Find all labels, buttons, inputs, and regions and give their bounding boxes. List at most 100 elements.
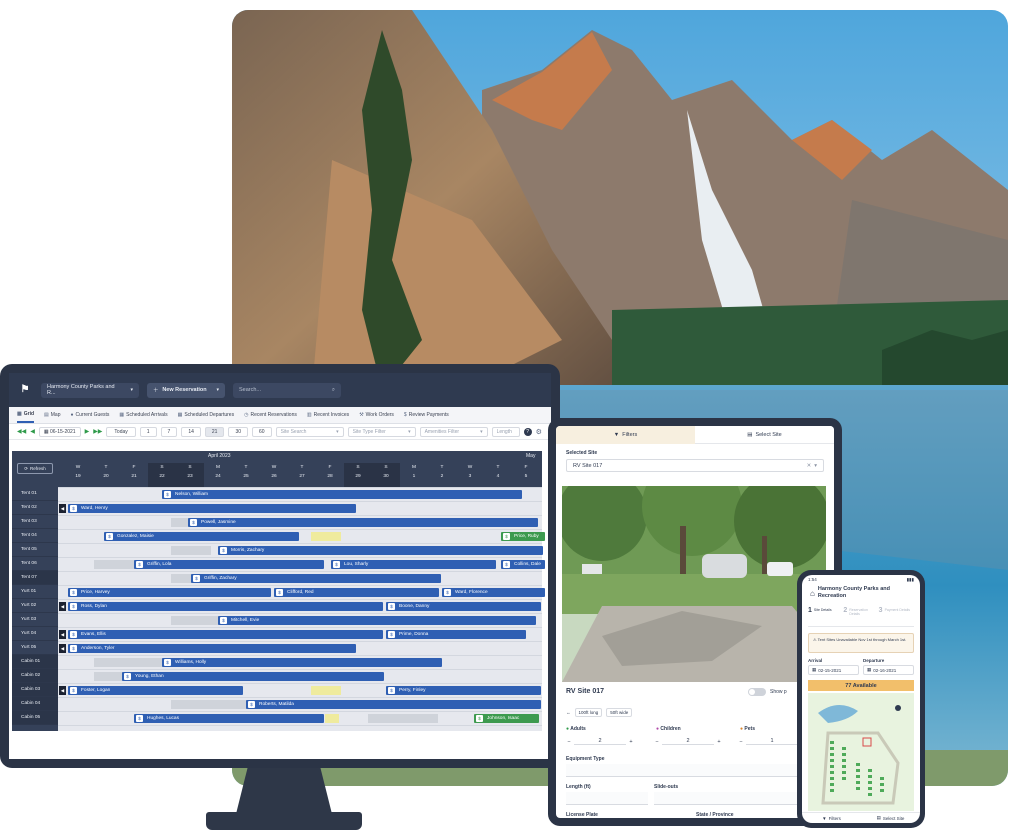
tab-work-orders[interactable]: ⚒ Work Orders xyxy=(359,407,394,423)
site-search-select[interactable]: Site Search ▾ xyxy=(275,426,344,437)
refresh-button[interactable]: ⟳ Refresh xyxy=(17,463,53,474)
tab-review-payments[interactable]: $ Review Payments xyxy=(404,407,449,423)
organization-select[interactable]: Harmony County Parks and R... ▾ xyxy=(41,382,139,398)
range-button[interactable]: 1 xyxy=(139,426,157,437)
tab-current-guests[interactable]: ● Current Guests xyxy=(70,407,109,423)
search-input[interactable]: Search... ⌕ xyxy=(233,382,341,398)
reservation-bar[interactable]: $ Evans, Ellis xyxy=(68,629,383,639)
amenities-filter[interactable]: Amenities Filter ▾ xyxy=(419,426,488,437)
reservation-bar[interactable]: $ Powell, Jasmine xyxy=(188,517,538,527)
reservation-bar[interactable]: $ Griffin, Zachary xyxy=(191,573,441,583)
site-row-label[interactable]: Tent 04 xyxy=(12,529,58,543)
site-row-label[interactable]: Cabin 03 xyxy=(12,683,58,697)
reservation-bar[interactable]: $ Boone, Danny xyxy=(386,601,541,611)
equipment-type-input[interactable] xyxy=(566,764,824,777)
tab-grid[interactable]: ▦ Grid xyxy=(17,407,35,423)
reservation-bar[interactable]: $ Prime, Donna xyxy=(386,629,526,639)
gear-icon[interactable]: ⚙ xyxy=(536,428,542,436)
reservation-bar[interactable]: $ Perry, Finley xyxy=(386,685,541,695)
tab-scheduled-departures[interactable]: ▦ Scheduled Departures xyxy=(178,407,235,423)
tab-filters[interactable]: ▼ Filters xyxy=(556,426,695,444)
tab-recent-reservations[interactable]: ◷ Recent Reservations xyxy=(244,407,297,423)
range-button[interactable]: 60 xyxy=(252,426,272,437)
reservation-bar[interactable]: $ Ward, Henry xyxy=(68,503,356,513)
chevron-right-icon[interactable]: ▶ xyxy=(85,428,90,435)
chevron-left-icon[interactable]: ◀ xyxy=(30,428,35,435)
site-row-label[interactable]: Cabin 02 xyxy=(12,669,58,683)
reservation-bar[interactable]: $ Price, Ruby xyxy=(501,531,545,541)
continued-left-icon[interactable]: ◀ xyxy=(59,629,66,639)
help-icon[interactable]: ? xyxy=(523,427,532,436)
continued-left-icon[interactable]: ◀ xyxy=(59,643,66,653)
tab-recent-invoices[interactable]: ▥ Recent Invoices xyxy=(307,407,349,423)
reservation-bar[interactable]: $ Ross, Dylan xyxy=(68,601,383,611)
departure-date-input[interactable]: ▦ 02-16-2021 xyxy=(863,665,914,675)
today-button[interactable]: Today xyxy=(106,426,136,437)
site-row-label[interactable]: Tent 07 xyxy=(12,571,58,585)
step-payment-details[interactable]: 3 Payment Details xyxy=(879,607,914,626)
tab-select-site[interactable]: ▤ Select Site xyxy=(695,426,834,444)
double-chevron-left-icon[interactable]: ◀◀ xyxy=(17,428,26,435)
reservation-bar[interactable]: $ Johnson, Isaac xyxy=(474,713,539,723)
tab-scheduled-arrivals[interactable]: ▦ Scheduled Arrivals xyxy=(119,407,167,423)
plus-icon[interactable]: + xyxy=(626,739,636,745)
tab-filters[interactable]: ▼ Filters xyxy=(802,813,861,823)
site-row-label[interactable]: Tent 06 xyxy=(12,557,58,571)
tab-map[interactable]: ▤ Map xyxy=(44,407,60,423)
continued-left-icon[interactable]: ◀ xyxy=(59,601,66,611)
minus-icon[interactable]: − xyxy=(652,739,662,745)
site-row-label[interactable]: Tent 05 xyxy=(12,543,58,557)
plus-icon[interactable]: + xyxy=(714,739,724,745)
site-row-label[interactable]: Cabin 04 xyxy=(12,697,58,711)
continued-left-icon[interactable]: ◀ xyxy=(59,503,66,513)
range-button[interactable]: 30 xyxy=(228,426,249,437)
reservation-bar[interactable]: $ Williams, Holly xyxy=(162,657,442,667)
site-row-label[interactable]: Yurt 05 xyxy=(12,641,58,655)
new-reservation-button[interactable]: ＋ New Reservation ▾ xyxy=(147,382,225,398)
children-stepper[interactable]: −2 + xyxy=(652,735,724,748)
reservation-bar[interactable]: $ Collins, Dale xyxy=(501,559,545,569)
range-button[interactable]: 14 xyxy=(181,426,201,437)
reservation-bar[interactable]: $ Young, Ethan xyxy=(122,671,384,681)
campground-map[interactable] xyxy=(808,693,914,811)
tab-select-site[interactable]: ▤ Select Site xyxy=(861,813,920,823)
reservation-bar[interactable]: $ Griffin, Lola xyxy=(134,559,324,569)
show-toggle[interactable] xyxy=(748,688,766,696)
site-row-label[interactable]: Tent 03 xyxy=(12,515,58,529)
reservation-bar[interactable]: $ Roberts, Matilda xyxy=(246,699,541,709)
site-row-label[interactable]: Tent 02 xyxy=(12,501,58,515)
reservation-bar[interactable]: $ Morris, Zachary xyxy=(218,545,543,555)
length-filter[interactable]: Length xyxy=(491,426,520,437)
reservation-bar[interactable]: $ Ward, Florence xyxy=(442,587,545,597)
continued-left-icon[interactable]: ◀ xyxy=(59,685,66,695)
double-chevron-right-icon[interactable]: ▶▶ xyxy=(93,428,102,435)
site-row-label[interactable]: Yurt 02 xyxy=(12,599,58,613)
step-site-details[interactable]: 1 Site Details xyxy=(808,607,843,626)
range-button-active[interactable]: 21 xyxy=(204,426,225,437)
length-input[interactable] xyxy=(566,792,648,805)
clear-icon[interactable]: ✕ ▾ xyxy=(807,463,817,469)
reservation-bar[interactable]: $ Anderson, Tyler xyxy=(68,643,356,653)
minus-icon[interactable]: − xyxy=(564,739,574,745)
reservation-bar[interactable]: $ Foster, Logan xyxy=(68,685,243,695)
adults-stepper[interactable]: −2 + xyxy=(564,735,636,748)
site-row-label[interactable]: Yurt 03 xyxy=(12,613,58,627)
reservation-bar[interactable]: $ Hughes, Lucas xyxy=(134,713,324,723)
site-row-label[interactable]: Tent 01 xyxy=(12,487,58,501)
range-button[interactable]: 7 xyxy=(160,426,178,437)
minus-icon[interactable]: − xyxy=(736,739,746,745)
site-row-label[interactable]: Cabin 05 xyxy=(12,711,58,725)
site-row-label[interactable]: Yurt 01 xyxy=(12,585,58,599)
reservation-bar[interactable]: $ Mitchell, Evie xyxy=(218,615,536,625)
step-reservation-details[interactable]: 2 Reservation Details xyxy=(843,607,878,626)
reservation-bar[interactable]: $ Nelson, William xyxy=(162,489,522,499)
selected-site-select[interactable]: RV Site 017 ✕ ▾ xyxy=(566,459,824,472)
reservation-bar[interactable]: $ Lou, Sharly xyxy=(331,559,496,569)
site-type-filter[interactable]: Site Type Filter ▾ xyxy=(347,426,416,437)
date-picker[interactable]: ▦ 06-15-2021 xyxy=(38,426,81,437)
reservation-bar[interactable]: $ Gonzalez, Maisie xyxy=(104,531,299,541)
arrival-date-input[interactable]: ▦ 02-15-2021 xyxy=(808,665,859,675)
reservation-bar[interactable]: $ Price, Harvey xyxy=(68,587,271,597)
reservation-bar[interactable]: $ Clifford, Red xyxy=(274,587,439,597)
site-row-label[interactable]: Yurt 04 xyxy=(12,627,58,641)
